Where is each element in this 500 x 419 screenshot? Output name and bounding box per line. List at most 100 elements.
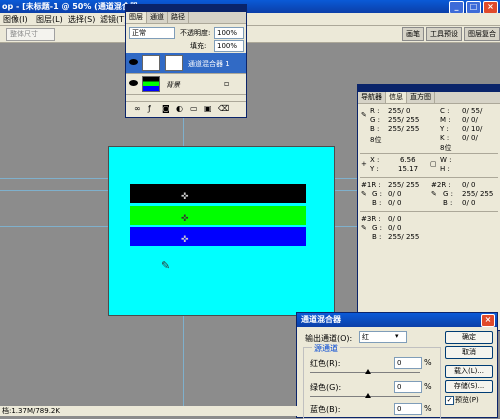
tab-layers[interactable]: 图层 bbox=[126, 12, 147, 23]
info-label: X : bbox=[370, 156, 380, 164]
tab-channels[interactable]: 通道 bbox=[147, 12, 168, 23]
palette-well: 画笔 工具预设 图层复合 bbox=[402, 27, 500, 41]
color-sampler-icon[interactable]: ✜ bbox=[181, 235, 189, 245]
bit-depth: 8位 bbox=[440, 144, 452, 152]
info-palette: 导航器 信息 直方图 ✎ R : 255/ 0 G : 255/ 255 B :… bbox=[357, 84, 500, 331]
color-sampler-icon[interactable]: ✜ bbox=[181, 214, 189, 224]
info-label: G : bbox=[372, 190, 383, 198]
info-label: B : bbox=[372, 199, 382, 207]
crosshair-icon: + bbox=[361, 160, 367, 168]
status-bar: 档:1.37M/789.2K bbox=[0, 406, 300, 416]
info-value: 0/ 0 bbox=[462, 181, 476, 189]
eye-icon[interactable] bbox=[129, 59, 138, 65]
info-value: 0/ 0/ bbox=[462, 116, 478, 124]
cancel-button[interactable]: 取消 bbox=[445, 346, 493, 359]
palette-titlebar[interactable] bbox=[126, 5, 246, 12]
fill-input[interactable]: 100% bbox=[214, 40, 244, 52]
dialog-titlebar[interactable]: 通道混合器 × bbox=[297, 313, 497, 327]
percent-sign: % bbox=[424, 358, 432, 367]
sampler-2-label: #2R : bbox=[431, 181, 451, 189]
layer-mask-thumbnail bbox=[165, 55, 183, 71]
sampler-1-label: #1R : bbox=[361, 181, 381, 189]
info-label: M : bbox=[440, 116, 451, 124]
tab-info[interactable]: 信息 bbox=[386, 92, 407, 103]
info-label: B : bbox=[372, 233, 382, 241]
output-channel-select[interactable]: 红 bbox=[359, 331, 407, 343]
info-label: H : bbox=[440, 165, 450, 173]
black-band bbox=[130, 184, 306, 203]
source-channels-label: 源通道 bbox=[312, 343, 340, 354]
red-input[interactable]: 0 bbox=[394, 357, 422, 369]
palette-well-tab-brushes[interactable]: 画笔 bbox=[402, 27, 424, 41]
save-button[interactable]: 存储(S)... bbox=[445, 380, 493, 393]
info-value: 255/ 0 bbox=[388, 107, 411, 115]
chevron-down-icon[interactable]: ▾ bbox=[395, 332, 399, 340]
palette-titlebar[interactable] bbox=[358, 85, 500, 92]
menu-select[interactable]: 选择(S) bbox=[68, 14, 95, 25]
info-value: 15.17 bbox=[398, 165, 419, 173]
opacity-label: 不透明度: bbox=[180, 29, 211, 37]
info-label: R : bbox=[370, 107, 380, 115]
info-value: 0/ 0 bbox=[388, 190, 402, 198]
info-value: 0/ 0 bbox=[388, 215, 402, 223]
options-bar: 整体尺寸 画笔 工具预设 图层复合 bbox=[0, 26, 500, 43]
layer-row[interactable]: 背景 ▫ bbox=[126, 74, 246, 95]
info-value: 255/ 255 bbox=[388, 116, 420, 124]
percent-sign: % bbox=[424, 382, 432, 391]
folder-icon[interactable]: ▭ bbox=[190, 104, 198, 113]
options-field[interactable]: 整体尺寸 bbox=[6, 28, 55, 41]
mask-icon[interactable]: ◙ bbox=[162, 104, 170, 113]
color-sampler-icon[interactable]: ✜ bbox=[181, 192, 189, 202]
menu-bar: 图像(I) 图层(L) 选择(S) 滤镜(T) bbox=[0, 13, 500, 26]
info-value: 0/ 0 bbox=[388, 224, 402, 232]
palette-well-tab-presets[interactable]: 工具预设 bbox=[426, 27, 462, 41]
menu-image[interactable]: 图像(I) bbox=[3, 14, 28, 25]
eye-icon[interactable] bbox=[129, 80, 138, 86]
blue-input[interactable]: 0 bbox=[394, 403, 422, 415]
layers-palette: 图层 通道 路径 正常 不透明度: 100% 填充: 100% 通道混合器 1 … bbox=[125, 4, 247, 118]
trash-icon[interactable]: ⌫ bbox=[218, 104, 229, 113]
menu-layer[interactable]: 图层(L) bbox=[36, 14, 63, 25]
divider bbox=[360, 211, 498, 212]
tab-paths[interactable]: 路径 bbox=[168, 12, 189, 23]
adjustment-icon bbox=[142, 55, 160, 71]
eyedropper-icon: ✎ bbox=[361, 224, 367, 232]
opacity-input[interactable]: 100% bbox=[214, 27, 244, 39]
fill-label: 填充: bbox=[190, 42, 207, 50]
green-slider-knob[interactable] bbox=[365, 393, 371, 398]
menu-filter[interactable]: 滤镜(T) bbox=[100, 14, 127, 25]
info-label: G : bbox=[443, 190, 454, 198]
blend-mode-select[interactable]: 正常 bbox=[129, 27, 175, 39]
close-icon[interactable]: × bbox=[481, 314, 495, 327]
eyedropper-icon: ✎ bbox=[161, 259, 171, 272]
load-button[interactable]: 载入(L)... bbox=[445, 365, 493, 378]
layer-row[interactable]: 通道混合器 1 bbox=[126, 53, 246, 74]
window-title: op - [未标题-1 @ 50% (通道混合器 bbox=[2, 2, 138, 11]
channel-mixer-dialog: 通道混合器 × 输出通道(O): 红 ▾ 源通道 红色(R): 0 % 绿色(G… bbox=[296, 312, 498, 419]
fx-icon[interactable]: ƒ bbox=[148, 104, 151, 113]
palette-well-tab-comps[interactable]: 图层复合 bbox=[464, 27, 500, 41]
selection-size-icon: ▢ bbox=[430, 160, 437, 168]
red-slider-knob[interactable] bbox=[365, 369, 371, 374]
blue-band bbox=[130, 227, 306, 246]
adjustment-layer-icon[interactable]: ◐ bbox=[176, 104, 183, 113]
layer-name: 背景 bbox=[166, 81, 180, 89]
document-canvas[interactable]: ✜ ✜ ✜ ✎ bbox=[108, 146, 335, 316]
green-band bbox=[130, 206, 306, 225]
percent-sign: % bbox=[424, 404, 432, 413]
preview-checkbox[interactable]: ✓ bbox=[445, 396, 454, 405]
info-value: 0/ 55/ bbox=[462, 107, 483, 115]
info-value: 0/ 0/ bbox=[462, 134, 478, 142]
new-layer-icon[interactable]: ▣ bbox=[204, 104, 212, 113]
tab-histogram[interactable]: 直方图 bbox=[407, 92, 435, 103]
info-label: G : bbox=[372, 224, 383, 232]
layer-thumbnail bbox=[142, 76, 160, 92]
eyedropper-icon: ✎ bbox=[431, 190, 437, 198]
blue-label: 蓝色(B): bbox=[310, 405, 341, 414]
layer-name: 通道混合器 1 bbox=[188, 60, 230, 68]
tab-navigator[interactable]: 导航器 bbox=[358, 92, 386, 103]
ok-button[interactable]: 确定 bbox=[445, 331, 493, 344]
link-icon[interactable]: ∞ bbox=[134, 104, 141, 113]
green-input[interactable]: 0 bbox=[394, 381, 422, 393]
bit-depth: 8位 bbox=[370, 136, 382, 144]
